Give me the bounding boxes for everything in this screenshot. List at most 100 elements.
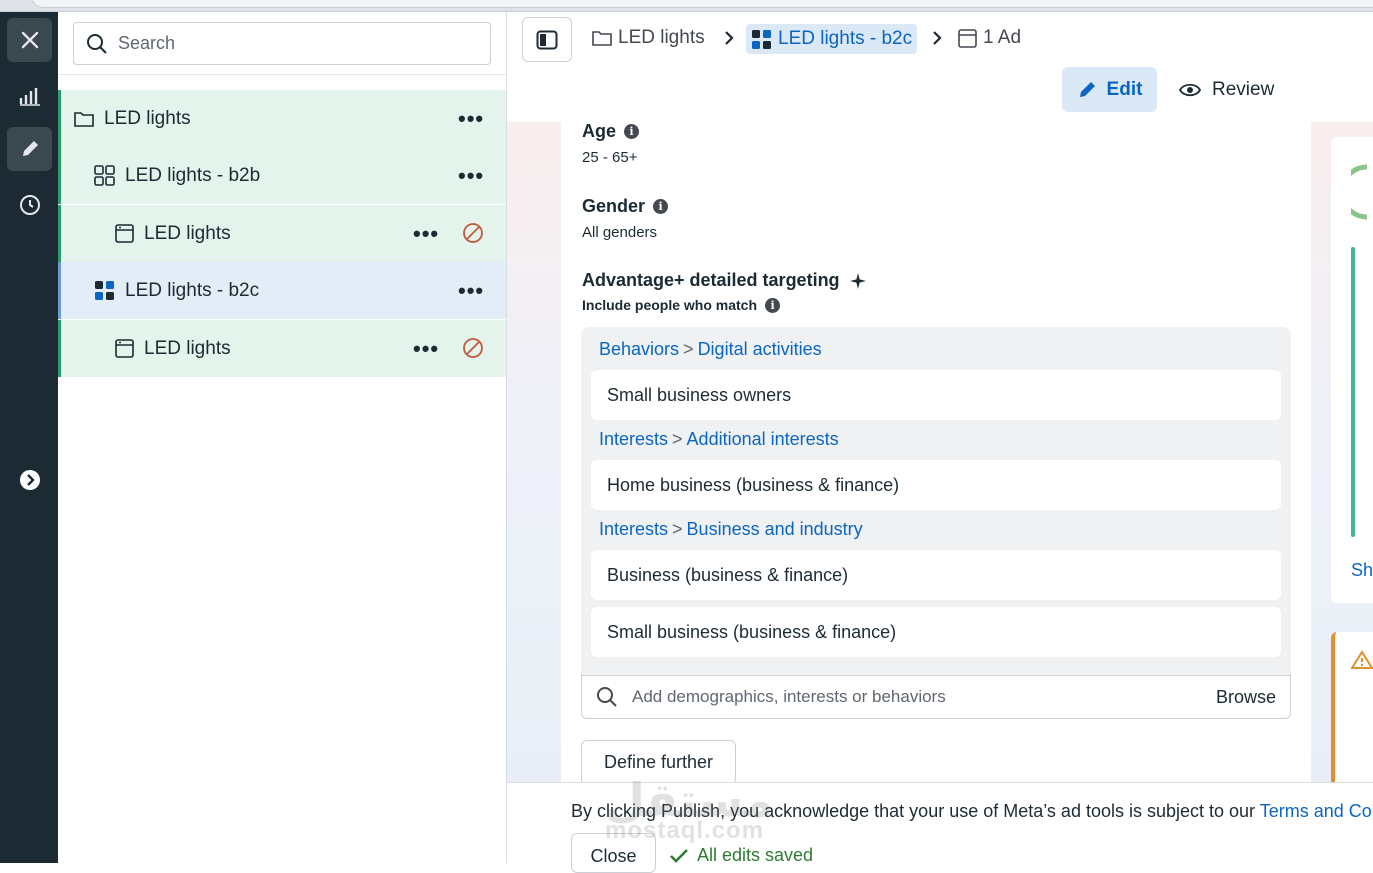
tree-item-label: LED lights [144, 337, 231, 359]
folder-icon [592, 31, 612, 46]
targeting-search-input[interactable] [632, 687, 1192, 707]
history-button[interactable] [7, 183, 52, 227]
left-rail [0, 12, 58, 863]
pencil-icon [1079, 81, 1095, 97]
age-value: 25 - 65+ [582, 149, 638, 166]
toggle-sidebar-button[interactable] [522, 17, 572, 62]
include-label-text: Include people who match [582, 297, 758, 313]
detailed-targeting-title: Advantage+ detailed targeting [582, 270, 866, 291]
audience-gauge-icon [1351, 164, 1368, 220]
breadcrumb-label: LED lights [618, 27, 705, 48]
campaign-tree-panel: LED lights ••• LED lights - b2b ••• LED … [58, 12, 507, 863]
tree-item-label: LED lights - b2b [125, 164, 261, 186]
tree-item-ad[interactable]: LED lights ••• [58, 205, 506, 262]
search-icon [597, 687, 617, 707]
age-title: Age i [582, 121, 640, 142]
subcategory-link[interactable]: Additional interests [687, 429, 839, 449]
gender-title: Gender i [582, 196, 669, 217]
edit-label: Edit [1106, 78, 1143, 100]
tree-search[interactable] [73, 22, 491, 65]
ad-icon [115, 224, 134, 243]
include-people-label: Include people who match i [582, 297, 781, 313]
chevron-right-icon [725, 31, 734, 45]
warning-card [1331, 632, 1373, 792]
warning-icon [1351, 650, 1373, 669]
detailed-targeting-box: Behaviors > Digital activities Small busin… [581, 327, 1291, 675]
sidebar-panel-icon [536, 30, 558, 49]
tree-item-adset-b2c[interactable]: LED lights - b2c ••• [58, 262, 506, 319]
targeting-category: Behaviors > Digital activities [599, 339, 822, 359]
targeting-item[interactable]: Small business (business & finance) [591, 607, 1281, 657]
adset-grid-filled-icon [94, 280, 115, 301]
divider [58, 74, 507, 75]
close-icon [21, 31, 38, 49]
detailed-targeting-label: Advantage+ detailed targeting [582, 270, 840, 290]
category-link[interactable]: Interests [599, 429, 668, 449]
gender-value: All genders [582, 224, 658, 241]
targeting-category: Interests > Additional interests [599, 429, 839, 449]
info-icon[interactable]: i [653, 199, 669, 214]
edit-mode-button[interactable] [7, 127, 52, 171]
adset-grid-icon [94, 165, 115, 186]
targeting-item[interactable]: Small business owners [591, 370, 1281, 420]
more-options-icon[interactable]: ••• [413, 223, 439, 245]
sparkle-icon [849, 272, 866, 289]
breadcrumb-campaign[interactable]: LED lights [592, 27, 705, 49]
pencil-icon [22, 141, 38, 156]
targeting-category: Interests > Business and industry [599, 519, 863, 539]
breadcrumb-label: 1 Ad [983, 27, 1022, 48]
browser-chrome [0, 0, 1373, 12]
estimate-bar [1351, 247, 1355, 537]
ad-icon [115, 339, 134, 358]
tree-item-label: LED lights [104, 107, 191, 129]
off-status-icon[interactable] [462, 222, 484, 244]
eye-icon [1179, 83, 1201, 96]
review-label: Review [1212, 78, 1275, 100]
chevron-right-icon [933, 31, 942, 45]
review-tab-button[interactable]: Review [1179, 67, 1274, 112]
breadcrumb-ad[interactable]: 1 Ad [958, 27, 1021, 49]
clock-icon [19, 195, 40, 215]
subcategory-link[interactable]: Business and industry [687, 519, 863, 539]
breadcrumb-label: LED lights - b2c [778, 28, 913, 49]
category-link[interactable]: Behaviors [599, 339, 679, 359]
browse-button[interactable]: Browse [1216, 687, 1276, 708]
edit-tab-button[interactable]: Edit [1062, 67, 1157, 112]
more-options-icon[interactable]: ••• [458, 280, 484, 302]
folder-icon [74, 110, 94, 128]
targeting-search[interactable]: Browse [581, 675, 1291, 719]
age-label: Age [582, 121, 617, 141]
adset-grid-filled-icon [752, 29, 771, 49]
tree-item-campaign[interactable]: LED lights ••• [58, 90, 506, 147]
terms-link[interactable]: Terms and Cor [1260, 801, 1373, 821]
chart-icon [19, 88, 40, 106]
info-icon[interactable]: i [624, 124, 640, 139]
ad-icon [958, 28, 977, 48]
category-link[interactable]: Interests [599, 519, 668, 539]
breadcrumb-adset[interactable]: LED lights - b2c [746, 24, 918, 54]
gender-label: Gender [582, 196, 646, 216]
watermark-domain: mostaql.com [605, 817, 765, 844]
targeting-item[interactable]: Home business (business & finance) [591, 460, 1281, 510]
off-status-icon[interactable] [462, 337, 484, 359]
search-icon [87, 33, 107, 54]
subcategory-link[interactable]: Digital activities [698, 339, 822, 359]
tree-item-ad[interactable]: LED lights ••• [58, 320, 506, 377]
more-options-icon[interactable]: ••• [458, 108, 484, 130]
reporting-button[interactable] [7, 74, 52, 118]
more-options-icon[interactable]: ••• [413, 338, 439, 360]
expand-button[interactable] [7, 458, 52, 502]
audience-definition-card: Sh [1331, 137, 1373, 603]
tree-item-adset-b2b[interactable]: LED lights - b2b ••• [58, 147, 506, 204]
editor-header: LED lights LED lights - b2c 1 Ad Edit Re… [507, 12, 1373, 122]
tree-item-label: LED lights [144, 222, 231, 244]
close-button[interactable] [7, 18, 52, 62]
search-input[interactable] [118, 33, 458, 54]
chevron-right-circle-icon [19, 470, 40, 490]
show-more-link[interactable]: Sh [1351, 560, 1373, 581]
checkmark-icon [670, 848, 688, 863]
targeting-item[interactable]: Business (business & finance) [591, 550, 1281, 600]
more-options-icon[interactable]: ••• [458, 165, 484, 187]
info-icon[interactable]: i [765, 297, 781, 313]
tree-item-label: LED lights - b2c [125, 279, 260, 301]
